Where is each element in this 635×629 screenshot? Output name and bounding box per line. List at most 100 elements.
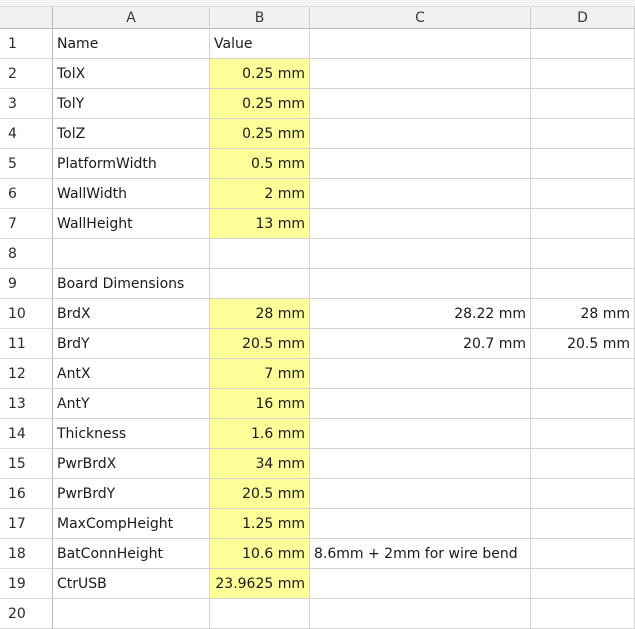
row-header[interactable]: 9	[0, 269, 53, 299]
cell-c9[interactable]	[310, 269, 531, 299]
row-header[interactable]: 14	[0, 419, 53, 449]
cell-a2[interactable]: TolX	[53, 59, 210, 89]
cell-b18[interactable]: 10.6 mm	[210, 539, 310, 569]
cell-a3[interactable]: TolY	[53, 89, 210, 119]
row-header[interactable]: 2	[0, 59, 53, 89]
cell-d6[interactable]	[531, 179, 635, 209]
cell-b17[interactable]: 1.25 mm	[210, 509, 310, 539]
cell-b12[interactable]: 7 mm	[210, 359, 310, 389]
row-header[interactable]: 18	[0, 539, 53, 569]
row-header[interactable]: 10	[0, 299, 53, 329]
row-header[interactable]: 12	[0, 359, 53, 389]
cell-b3[interactable]: 0.25 mm	[210, 89, 310, 119]
cell-d9[interactable]	[531, 269, 635, 299]
cell-a6[interactable]: WallWidth	[53, 179, 210, 209]
cell-a8[interactable]	[53, 239, 210, 269]
cell-c17[interactable]	[310, 509, 531, 539]
cell-c4[interactable]	[310, 119, 531, 149]
cell-c8[interactable]	[310, 239, 531, 269]
row-header[interactable]: 8	[0, 239, 53, 269]
row-header[interactable]: 16	[0, 479, 53, 509]
cell-b15[interactable]: 34 mm	[210, 449, 310, 479]
column-header-a[interactable]: A	[53, 7, 210, 29]
row-header[interactable]: 3	[0, 89, 53, 119]
cell-b16[interactable]: 20.5 mm	[210, 479, 310, 509]
cell-b11[interactable]: 20.5 mm	[210, 329, 310, 359]
cell-b1[interactable]: Value	[210, 29, 310, 59]
cell-b7[interactable]: 13 mm	[210, 209, 310, 239]
row-header[interactable]: 15	[0, 449, 53, 479]
cell-d11[interactable]: 20.5 mm	[531, 329, 635, 359]
cell-d18[interactable]	[531, 539, 635, 569]
cell-a16[interactable]: PwrBrdY	[53, 479, 210, 509]
cell-b20[interactable]	[210, 599, 310, 629]
cell-c12[interactable]	[310, 359, 531, 389]
cell-d17[interactable]	[531, 509, 635, 539]
column-header-c[interactable]: C	[310, 7, 531, 29]
cell-b14[interactable]: 1.6 mm	[210, 419, 310, 449]
cell-a11[interactable]: BrdY	[53, 329, 210, 359]
cell-a10[interactable]: BrdX	[53, 299, 210, 329]
row-header[interactable]: 11	[0, 329, 53, 359]
cell-a9[interactable]: Board Dimensions	[53, 269, 210, 299]
cell-c19[interactable]	[310, 569, 531, 599]
row-header[interactable]: 19	[0, 569, 53, 599]
cell-d12[interactable]	[531, 359, 635, 389]
cell-a7[interactable]: WallHeight	[53, 209, 210, 239]
cell-b5[interactable]: 0.5 mm	[210, 149, 310, 179]
column-header-b[interactable]: B	[210, 7, 310, 29]
cell-d13[interactable]	[531, 389, 635, 419]
cell-d8[interactable]	[531, 239, 635, 269]
cell-b9[interactable]	[210, 269, 310, 299]
cell-d19[interactable]	[531, 569, 635, 599]
cell-a1[interactable]: Name	[53, 29, 210, 59]
cell-c5[interactable]	[310, 149, 531, 179]
row-header[interactable]: 5	[0, 149, 53, 179]
cell-d10[interactable]: 28 mm	[531, 299, 635, 329]
cell-b6[interactable]: 2 mm	[210, 179, 310, 209]
cell-b19[interactable]: 23.9625 mm	[210, 569, 310, 599]
cell-d15[interactable]	[531, 449, 635, 479]
cell-c2[interactable]	[310, 59, 531, 89]
cell-c15[interactable]	[310, 449, 531, 479]
cell-c6[interactable]	[310, 179, 531, 209]
cell-c16[interactable]	[310, 479, 531, 509]
cell-d5[interactable]	[531, 149, 635, 179]
cell-d3[interactable]	[531, 89, 635, 119]
cell-a13[interactable]: AntY	[53, 389, 210, 419]
cell-a19[interactable]: CtrUSB	[53, 569, 210, 599]
row-header[interactable]: 4	[0, 119, 53, 149]
cell-b10[interactable]: 28 mm	[210, 299, 310, 329]
cell-c7[interactable]	[310, 209, 531, 239]
cell-a17[interactable]: MaxCompHeight	[53, 509, 210, 539]
cell-d20[interactable]	[531, 599, 635, 629]
cell-d4[interactable]	[531, 119, 635, 149]
row-header[interactable]: 13	[0, 389, 53, 419]
cell-d16[interactable]	[531, 479, 635, 509]
cell-c14[interactable]	[310, 419, 531, 449]
cell-a20[interactable]	[53, 599, 210, 629]
cell-c18[interactable]: 8.6mm + 2mm for wire bend	[310, 539, 531, 569]
cell-d2[interactable]	[531, 59, 635, 89]
cell-c1[interactable]	[310, 29, 531, 59]
cell-a15[interactable]: PwrBrdX	[53, 449, 210, 479]
cell-c11[interactable]: 20.7 mm	[310, 329, 531, 359]
cell-c20[interactable]	[310, 599, 531, 629]
cell-a5[interactable]: PlatformWidth	[53, 149, 210, 179]
column-header-d[interactable]: D	[531, 7, 635, 29]
row-header[interactable]: 1	[0, 29, 53, 59]
select-all-corner[interactable]	[0, 7, 53, 29]
cell-d7[interactable]	[531, 209, 635, 239]
cell-a4[interactable]: TolZ	[53, 119, 210, 149]
row-header[interactable]: 17	[0, 509, 53, 539]
cell-c13[interactable]	[310, 389, 531, 419]
cell-d1[interactable]	[531, 29, 635, 59]
row-header[interactable]: 6	[0, 179, 53, 209]
cell-d14[interactable]	[531, 419, 635, 449]
cell-b8[interactable]	[210, 239, 310, 269]
cell-a12[interactable]: AntX	[53, 359, 210, 389]
cell-b4[interactable]: 0.25 mm	[210, 119, 310, 149]
cell-c3[interactable]	[310, 89, 531, 119]
cell-a14[interactable]: Thickness	[53, 419, 210, 449]
cell-b13[interactable]: 16 mm	[210, 389, 310, 419]
